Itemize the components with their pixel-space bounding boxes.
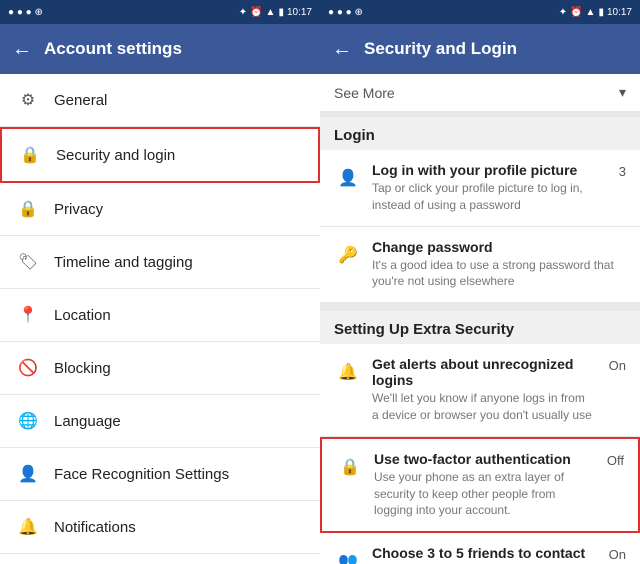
- status-icons-left: ● ● ● ⊕: [8, 7, 43, 18]
- left-menu-list: ⚙ General 🔒 Security and login 🔒 Privacy 🏷 Time…: [0, 74, 320, 564]
- right-back-button[interactable]: ←: [332, 38, 352, 61]
- right-status-bar: ● ● ● ⊕ ✦ ⏰ ▲ ▮ 10:17: [320, 0, 640, 24]
- right-settings-list: See More ▾ Login 👤 Log in with your profil…: [320, 74, 640, 564]
- sidebar-item-blocking[interactable]: 🚫 Blocking: [0, 342, 320, 395]
- left-time: 10:17: [287, 7, 312, 18]
- setting-item-unrecognized-logins[interactable]: 🔔 Get alerts about unrecognized loginsWe'…: [320, 344, 640, 437]
- right-header-title: Security and Login: [364, 39, 517, 59]
- setting-item-profile-picture-login[interactable]: 👤 Log in with your profile picture Tap or …: [320, 150, 640, 227]
- language-icon: 🌐: [14, 407, 42, 435]
- status-icons-right: ✦ ⏰ ▲ ▮ 10:17: [239, 7, 312, 18]
- setting-content-profile-picture-login: Log in with your profile picture Tap or c…: [372, 162, 605, 214]
- section-header-login: Login: [320, 117, 640, 150]
- setting-title-unrecognized-logins: Get alerts about unrecognized logins: [372, 356, 595, 388]
- setting-desc-change-password: It's a good idea to use a strong passwor…: [372, 257, 626, 291]
- sidebar-item-label-blocking: Blocking: [54, 360, 111, 377]
- sidebar-item-notifications[interactable]: 🔔 Notifications: [0, 501, 320, 554]
- setting-title-change-password: Change password: [372, 239, 626, 255]
- section-header-extra-security: Setting Up Extra Security: [320, 311, 640, 344]
- setting-content-unrecognized-logins: Get alerts about unrecognized loginsWe'l…: [372, 356, 595, 424]
- sidebar-item-general[interactable]: ⚙ General: [0, 74, 320, 127]
- right-signal-icon: ▲: [586, 7, 596, 18]
- trusted-contacts-icon: 👥: [334, 547, 362, 564]
- signal-icon: ▲: [266, 7, 276, 18]
- sidebar-item-label-language: Language: [54, 413, 121, 430]
- left-header: ← Account settings: [0, 24, 320, 74]
- left-back-button[interactable]: ←: [12, 38, 32, 61]
- setting-item-two-factor-auth[interactable]: 🔒 Use two-factor authentication Use your p…: [320, 437, 640, 533]
- setting-status-trusted-contacts: On: [609, 545, 626, 562]
- general-icon: ⚙: [14, 86, 42, 114]
- setting-content-change-password: Change password It's a good idea to use a…: [372, 239, 626, 291]
- privacy-icon: 🔒: [14, 195, 42, 223]
- right-time: 10:17: [607, 7, 632, 18]
- sidebar-item-security[interactable]: 🔒 Security and login: [0, 127, 320, 183]
- setting-title-two-factor-auth: Use two-factor authentication: [374, 451, 593, 467]
- alarm-icon: ⏰: [250, 7, 262, 18]
- see-more-bar[interactable]: See More ▾: [320, 74, 640, 117]
- network-icons: ● ● ● ⊕: [8, 7, 43, 18]
- sidebar-item-label-notifications: Notifications: [54, 519, 136, 536]
- setting-status-profile-picture-login: 3: [619, 162, 626, 179]
- right-panel: ● ● ● ⊕ ✦ ⏰ ▲ ▮ 10:17 ← Security and Log…: [320, 0, 640, 564]
- battery-icon: ▮: [278, 7, 284, 18]
- sidebar-item-label-location: Location: [54, 307, 111, 324]
- left-status-bar: ● ● ● ⊕ ✦ ⏰ ▲ ▮ 10:17: [0, 0, 320, 24]
- timeline-icon: 🏷: [14, 248, 42, 276]
- setting-title-trusted-contacts: Choose 3 to 5 friends to contact if you …: [372, 545, 595, 564]
- chevron-down-icon: ▾: [619, 84, 626, 101]
- blocking-icon: 🚫: [14, 354, 42, 382]
- setting-status-unrecognized-logins: On: [609, 356, 626, 373]
- sidebar-item-location[interactable]: 📍 Location: [0, 289, 320, 342]
- setting-desc-unrecognized-logins: We'll let you know if anyone logs in fro…: [372, 390, 595, 424]
- change-password-icon: 🔑: [334, 241, 362, 269]
- unrecognized-logins-icon: 🔔: [334, 358, 362, 386]
- sidebar-item-label-timeline: Timeline and tagging: [54, 254, 193, 271]
- right-status-icons-left: ● ● ● ⊕: [328, 7, 363, 18]
- setting-content-trusted-contacts: Choose 3 to 5 friends to contact if you …: [372, 545, 595, 564]
- sidebar-item-privacy[interactable]: 🔒 Privacy: [0, 183, 320, 236]
- see-more-label: See More: [334, 85, 395, 101]
- right-status-icons-right: ✦ ⏰ ▲ ▮ 10:17: [559, 7, 632, 18]
- two-factor-auth-icon: 🔒: [336, 453, 364, 481]
- setting-desc-profile-picture-login: Tap or click your profile picture to log…: [372, 180, 605, 214]
- sidebar-item-face-recognition[interactable]: 👤 Face Recognition Settings: [0, 448, 320, 501]
- sidebar-item-label-general: General: [54, 92, 107, 109]
- right-header: ← Security and Login: [320, 24, 640, 74]
- setting-item-trusted-contacts[interactable]: 👥 Choose 3 to 5 friends to contact if you…: [320, 533, 640, 564]
- location-icon: 📍: [14, 301, 42, 329]
- sidebar-item-language[interactable]: 🌐 Language: [0, 395, 320, 448]
- bt-icon: ✦: [239, 7, 247, 18]
- setting-item-change-password[interactable]: 🔑 Change password It's a good idea to use …: [320, 227, 640, 304]
- setting-title-profile-picture-login: Log in with your profile picture: [372, 162, 605, 178]
- setting-desc-two-factor-auth: Use your phone as an extra layer of secu…: [374, 469, 593, 519]
- sidebar-item-label-face-recognition: Face Recognition Settings: [54, 466, 229, 483]
- setting-content-two-factor-auth: Use two-factor authentication Use your ph…: [374, 451, 593, 519]
- right-alarm-icon: ⏰: [570, 7, 582, 18]
- right-bt-icon: ✦: [559, 7, 567, 18]
- security-icon: 🔒: [16, 141, 44, 169]
- left-panel: ● ● ● ⊕ ✦ ⏰ ▲ ▮ 10:17 ← Account settings…: [0, 0, 320, 564]
- sidebar-item-label-security: Security and login: [56, 147, 175, 164]
- profile-picture-login-icon: 👤: [334, 164, 362, 192]
- right-battery-icon: ▮: [598, 7, 604, 18]
- setting-status-two-factor-auth: Off: [607, 451, 624, 468]
- notifications-icon: 🔔: [14, 513, 42, 541]
- sidebar-item-text-messaging[interactable]: 💬Text Messaging: [0, 554, 320, 564]
- section-gap-1: [320, 303, 640, 311]
- sidebar-item-timeline[interactable]: 🏷 Timeline and tagging: [0, 236, 320, 289]
- left-header-title: Account settings: [44, 39, 182, 59]
- sidebar-item-label-privacy: Privacy: [54, 201, 103, 218]
- face-recognition-icon: 👤: [14, 460, 42, 488]
- right-network-icons: ● ● ● ⊕: [328, 7, 363, 18]
